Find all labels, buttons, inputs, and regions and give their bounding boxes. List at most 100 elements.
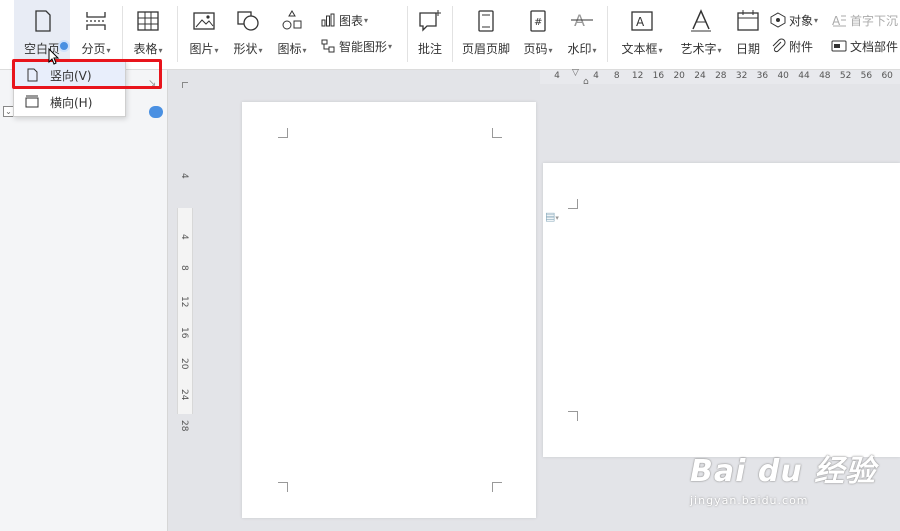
page-number-icon: # [525, 8, 551, 34]
panel-resize-icon: ↘ [148, 78, 157, 89]
ruler-tick-label: 8 [179, 265, 189, 271]
comment-icon [417, 8, 443, 34]
ribbon-separator [122, 6, 123, 62]
ruler-tick-label: 8 [613, 71, 620, 81]
margin-corner-marker [568, 411, 578, 421]
picture-button[interactable]: 图片▾ [184, 0, 224, 66]
smart-art-label: 智能图形 [339, 39, 388, 54]
object-button[interactable]: 对象 ▾ [770, 10, 818, 30]
word-art-label: 艺术字 [680, 42, 717, 56]
blank-page-button[interactable]: 空白页 [14, 0, 70, 66]
ruler-tick-label: 4 [554, 71, 560, 81]
textbox-button[interactable]: A 文本框▾ [618, 0, 666, 66]
icon-library-button[interactable]: 图标▾ [272, 0, 312, 66]
attachment-button[interactable]: 附件 [770, 36, 813, 56]
ruler-tick-label: 60 [881, 71, 893, 81]
cloud-sync-icon[interactable] [149, 106, 163, 118]
watermark-button[interactable]: A 水印▾ [562, 0, 602, 66]
header-footer-button[interactable]: 页眉页脚 [458, 0, 514, 66]
highlight-annotation-box [12, 59, 162, 89]
ruler-tick-label: 16 [179, 327, 189, 339]
picture-caret-icon: ▾ [214, 46, 219, 55]
comment-label: 批注 [417, 42, 442, 56]
textbox-icon: A [629, 8, 655, 34]
chart-caret-icon: ▾ [364, 15, 369, 25]
ruler-tick-label: 20 [673, 71, 685, 81]
page-options-icon[interactable]: ▤▾ [545, 210, 559, 223]
watermark-label: 水印 [567, 42, 592, 56]
ribbon-separator [407, 6, 408, 62]
drop-cap-icon: A [831, 12, 847, 28]
mouse-cursor-icon [48, 47, 60, 66]
table-button[interactable]: 表格▾ [128, 0, 168, 66]
shape-label: 形状 [233, 42, 258, 56]
ruler-tick-label: 52 [839, 71, 852, 81]
ruler-tick-label: 44 [798, 71, 810, 81]
object-label: 对象 [789, 13, 814, 28]
horizontal-ruler[interactable]: ▽ ⌂ 4 4 8 12 16 20 24 28 32 36 40 44 48 52 56 60 [540, 68, 900, 87]
landscape-icon [25, 95, 39, 109]
ribbon-separator [607, 6, 608, 62]
ruler-tick-label: 48 [819, 71, 831, 81]
document-page-landscape[interactable]: ▤▾ [543, 163, 900, 457]
navigation-pane: ⌄ [0, 70, 168, 531]
landscape-label: 横向(H) [50, 95, 93, 110]
table-icon [135, 8, 161, 34]
icon-library-caret-icon: ▾ [302, 46, 307, 55]
page-number-button[interactable]: # 页码▾ [518, 0, 558, 66]
watermark-main-text: Bai du 经验 [690, 454, 877, 489]
ruler-tick-label: 4 [593, 71, 599, 81]
picture-label: 图片 [189, 42, 214, 56]
smart-art-caret-icon: ▾ [388, 41, 393, 51]
document-page[interactable] [242, 102, 536, 518]
word-art-button[interactable]: 艺术字▾ [676, 0, 726, 66]
ruler-tick-label: 12 [631, 71, 644, 81]
ruler-tick-label: 40 [777, 71, 789, 81]
date-button[interactable]: 日期 [732, 0, 764, 66]
ruler-tick-label: 4 [179, 234, 189, 240]
textbox-label: 文本框 [621, 42, 658, 56]
table-label: 表格 [133, 42, 158, 56]
ruler-tick-label: 56 [860, 71, 873, 81]
margin-corner-marker [568, 199, 578, 209]
ruler-tick-label: 32 [735, 71, 748, 81]
drop-cap-button[interactable]: A 首字下沉 [831, 10, 898, 30]
vertical-ruler[interactable]: 4 4 8 12 16 20 24 28 [177, 84, 193, 531]
ruler-tick-label: 24 [694, 71, 706, 81]
picture-icon [191, 8, 217, 34]
indent-marker-icon[interactable]: ⌂ [583, 77, 589, 87]
comment-button[interactable]: 批注 [412, 0, 448, 66]
header-footer-icon [473, 8, 499, 34]
page-break-button[interactable]: 分页▾ [74, 0, 118, 66]
date-icon [735, 8, 761, 34]
document-parts-button[interactable]: 文档部件 [831, 36, 898, 56]
chart-button[interactable]: 图表 ▾ [320, 10, 368, 30]
word-art-caret-icon: ▾ [717, 46, 722, 55]
document-parts-icon [831, 38, 847, 54]
ruler-tick-label: 20 [179, 358, 189, 370]
smart-art-button[interactable]: 智能图形 ▾ [320, 36, 392, 56]
landscape-menu-item[interactable]: 横向(H) [14, 89, 125, 115]
chart-label: 图表 [339, 13, 364, 28]
watermark-url-text: jingyan.baidu.com [690, 494, 809, 507]
shape-button[interactable]: 形状▾ [228, 0, 268, 66]
ruler-tick-label: 4 [179, 173, 189, 179]
shape-caret-icon: ▾ [258, 46, 263, 55]
svg-text:#: # [534, 17, 542, 28]
shape-icon [235, 8, 261, 34]
word-art-icon [688, 8, 714, 34]
page-number-caret-icon: ▾ [548, 46, 553, 55]
page-break-caret-icon: ▾ [106, 46, 111, 55]
ruler-tick-label: 28 [715, 71, 727, 81]
document-parts-label: 文档部件 [850, 39, 899, 54]
watermark-caret-icon: ▾ [592, 46, 597, 55]
table-caret-icon: ▾ [158, 46, 163, 55]
drop-cap-label: 首字下沉 [850, 13, 899, 28]
ruler-tick-label: 36 [756, 71, 769, 81]
object-icon [770, 12, 786, 28]
margin-corner-marker [278, 128, 288, 138]
ribbon-separator [177, 6, 178, 62]
icon-library-icon [279, 8, 305, 34]
attachment-label: 附件 [789, 39, 814, 54]
indent-marker-icon[interactable]: ▽ [572, 68, 579, 78]
